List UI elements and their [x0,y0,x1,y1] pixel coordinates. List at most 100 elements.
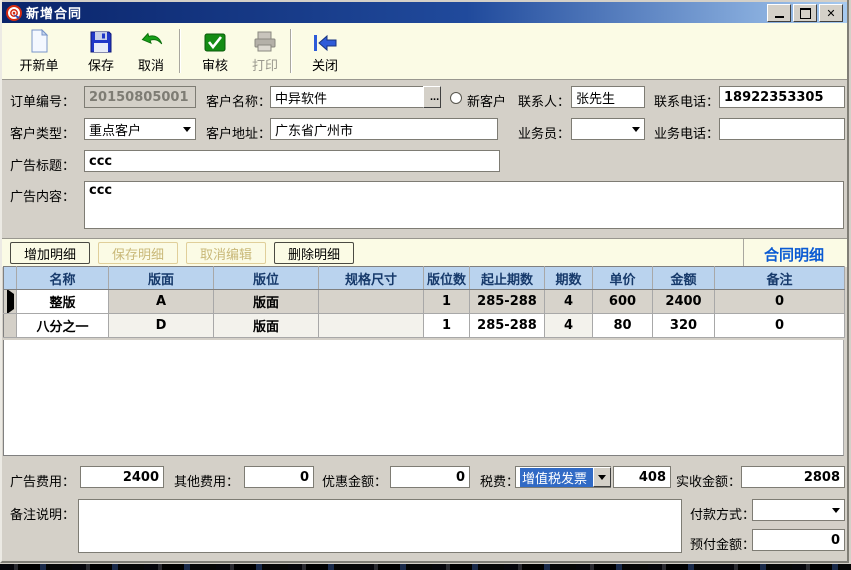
cell-slot-count[interactable]: 1 [424,290,470,314]
column-header-page[interactable]: 版面 [109,267,214,290]
minimize-icon [775,16,784,18]
cell-size[interactable] [319,290,424,314]
save-detail-button: 保存明细 [98,242,178,264]
cell-amount[interactable]: 2400 [653,290,715,314]
customer-type-select[interactable]: 重点客户 [84,118,196,140]
contact-field[interactable] [571,86,645,108]
column-header-slot-count[interactable]: 版位数 [424,267,470,290]
column-header-periods[interactable]: 期数 [545,267,593,290]
close-window-button[interactable]: ✕ [819,4,843,22]
column-header-amount[interactable]: 金额 [653,267,715,290]
cell-size[interactable] [319,314,424,338]
salesman-select[interactable] [571,118,645,140]
column-header-position[interactable]: 版位 [214,267,319,290]
title-bar[interactable]: 新增合同 ✕ [2,2,847,23]
cell-unit-price[interactable]: 80 [593,314,653,338]
customer-browse-button[interactable]: ... [423,86,441,108]
cell-remark[interactable]: 0 [715,290,845,314]
grid-header-row: 名称 版面 版位 规格尺寸 版位数 起止期数 期数 单价 金额 备注 [4,267,845,290]
contact-phone-field[interactable] [719,86,845,108]
background-window-sliver [0,564,851,570]
cell-page[interactable]: A [109,290,214,314]
table-row[interactable]: 八分之一 D 版面 1 285-288 4 80 320 0 [4,314,845,338]
row-selector-cell[interactable] [4,314,17,338]
column-header-unit-price[interactable]: 单价 [593,267,653,290]
new-customer-label[interactable]: 新客户 [467,91,506,110]
cell-name[interactable]: 八分之一 [17,314,109,338]
toolbar-separator [179,29,181,73]
window-title: 新增合同 [26,3,82,22]
ad-title-field[interactable] [84,150,500,172]
ad-fee-field[interactable] [80,466,164,488]
contract-detail-title: 合同明细 [764,244,824,265]
chevron-down-icon [832,508,840,513]
toolbar-button-label: 审核 [188,55,242,74]
table-row[interactable]: 整版 A 版面 1 285-288 4 600 2400 0 [4,290,845,314]
delete-detail-button[interactable]: 删除明细 [274,242,354,264]
cancel-button[interactable]: 取消 [124,27,178,75]
current-row-icon [7,290,14,314]
chevron-down-icon [632,127,640,132]
order-no-field [84,86,196,108]
audit-button[interactable]: 审核 [188,27,242,75]
toolbar-button-label: 关闭 [298,55,352,74]
ad-content-field[interactable]: ccc [84,181,844,229]
cell-position[interactable]: 版面 [214,314,319,338]
prepaid-field[interactable] [752,529,845,551]
new-customer-radio[interactable] [450,92,462,104]
customer-name-label: 客户名称： [206,91,271,110]
other-fee-label: 其他费用： [174,471,239,490]
payment-method-label: 付款方式： [690,504,755,523]
cell-position[interactable]: 版面 [214,290,319,314]
add-detail-button[interactable]: 增加明细 [10,242,90,264]
detail-toolbar: 增加明细 保存明细 取消编辑 删除明细 合同明细 [2,238,847,267]
grid-corner-cell [4,267,17,290]
remark-field[interactable] [78,499,682,553]
grid-empty-area[interactable] [3,340,844,456]
sales-phone-field[interactable] [719,118,845,140]
contract-detail-grid: 名称 版面 版位 规格尺寸 版位数 起止期数 期数 单价 金额 备注 整版 A … [3,266,844,338]
printer-icon [238,27,292,53]
app-logo-icon [6,5,22,21]
customer-address-field[interactable] [270,118,498,140]
new-order-button[interactable]: 开新单 [12,27,66,75]
customer-name-field[interactable] [270,86,424,108]
customer-address-label: 客户地址： [206,123,271,142]
maximize-button[interactable] [793,4,817,22]
close-form-button[interactable]: 关闭 [298,27,352,75]
toolbar-button-label: 保存 [74,55,128,74]
cell-remark[interactable]: 0 [715,314,845,338]
save-button[interactable]: 保存 [74,27,128,75]
cell-periods[interactable]: 4 [545,290,593,314]
tax-dropdown-button[interactable] [593,467,611,487]
salesman-label: 业务员： [518,123,570,142]
order-no-label: 订单编号： [10,91,75,110]
column-header-period-range[interactable]: 起止期数 [470,267,545,290]
cell-name[interactable]: 整版 [17,290,109,314]
tax-type-select[interactable]: 增值税发票 [515,466,611,488]
discount-label: 优惠金额： [322,471,387,490]
cell-unit-price[interactable]: 600 [593,290,653,314]
cell-period-range[interactable]: 285-288 [470,314,545,338]
column-header-size[interactable]: 规格尺寸 [319,267,424,290]
other-fee-field[interactable] [244,466,314,488]
column-header-remark[interactable]: 备注 [715,267,845,290]
received-field[interactable] [741,466,845,488]
tax-amount-field[interactable] [613,466,671,488]
cell-page[interactable]: D [109,314,214,338]
cell-periods[interactable]: 4 [545,314,593,338]
chevron-down-icon [598,475,606,480]
column-header-name[interactable]: 名称 [17,267,109,290]
discount-field[interactable] [390,466,470,488]
minimize-button[interactable] [767,4,791,22]
maximize-icon [800,8,811,19]
new-document-icon [12,27,66,53]
payment-method-select[interactable] [752,499,845,521]
cell-amount[interactable]: 320 [653,314,715,338]
print-button: 打印 [238,27,292,75]
detail-separator [743,239,744,267]
cell-slot-count[interactable]: 1 [424,314,470,338]
close-icon: ✕ [826,8,835,19]
row-selector-cell[interactable] [4,290,17,314]
cell-period-range[interactable]: 285-288 [470,290,545,314]
